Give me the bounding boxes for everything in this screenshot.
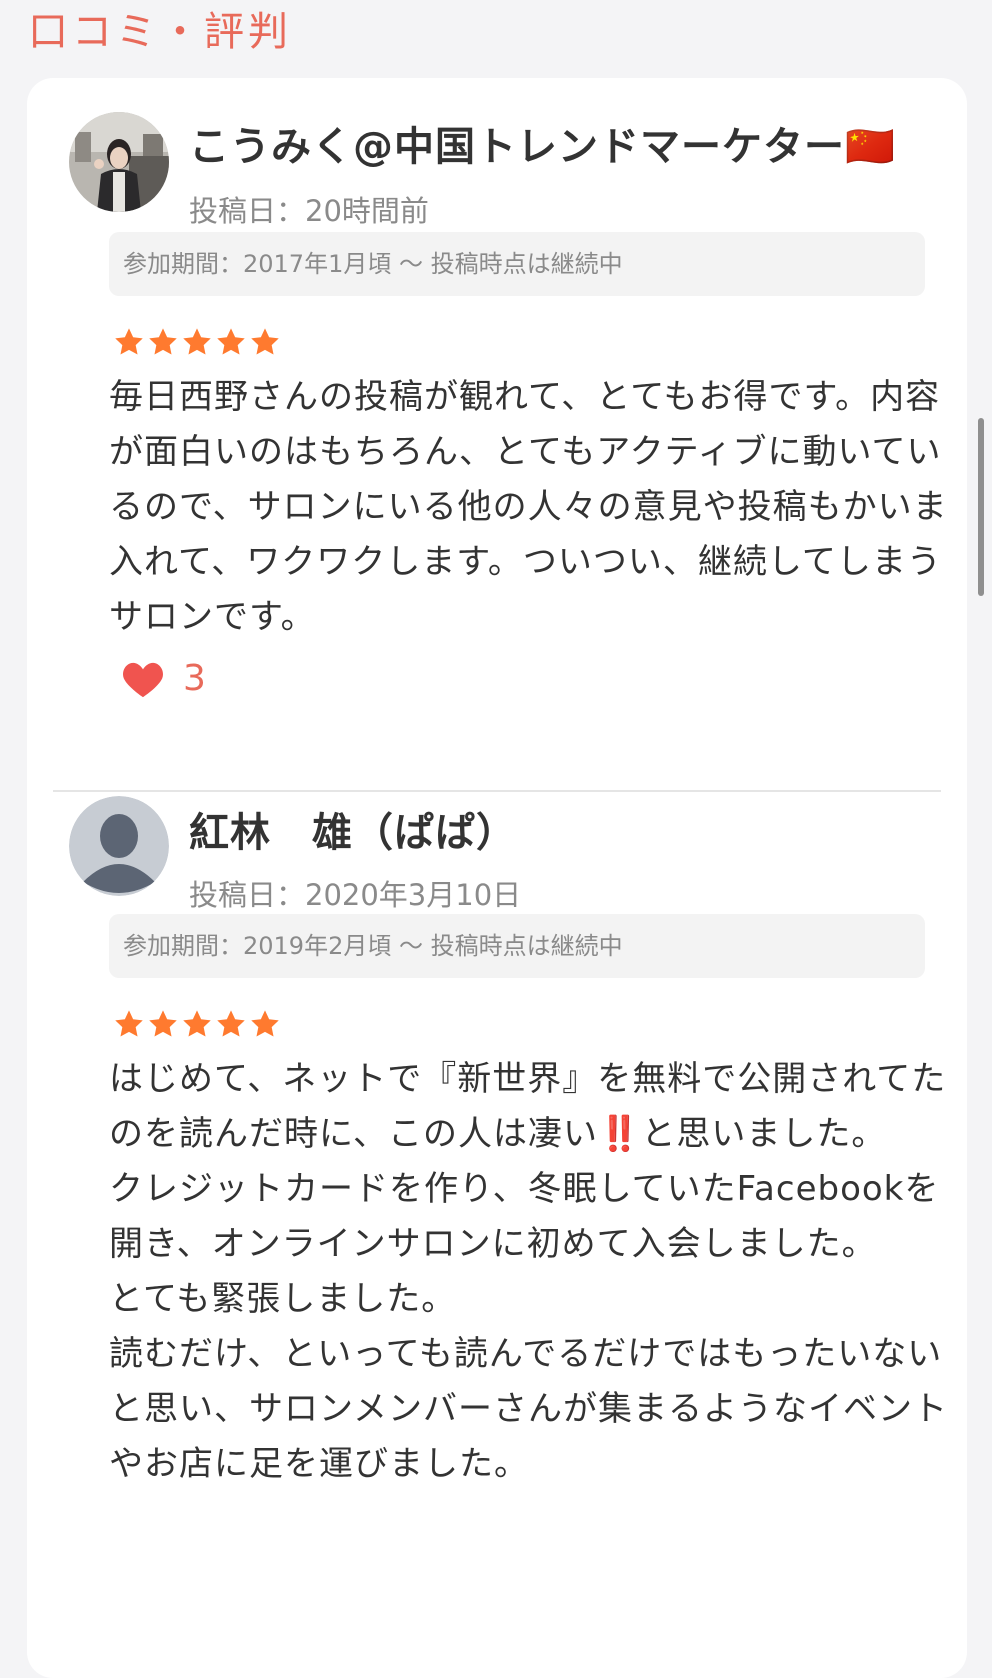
user-photo-avatar[interactable]: [69, 112, 169, 212]
star-rating: [113, 1008, 281, 1040]
membership-period: 参加期間：2017年1月頃 〜 投稿時点は継続中: [109, 232, 925, 296]
membership-period: 参加期間：2019年2月頃 〜 投稿時点は継続中: [109, 914, 925, 978]
star-icon: [149, 328, 177, 355]
star-rating: [113, 326, 281, 358]
review-text: 毎日西野さんの投稿が観れて、とてもお得です。内容が面白いのはもちろん、とてもアク…: [109, 377, 948, 637]
post-date: 投稿日：2020年3月10日: [189, 878, 522, 912]
review-text: はじめて、ネットで『新世界』を無料で公開されてたのを読んだ時に、この人は凄い‼️…: [109, 1059, 948, 1484]
section-title: 口コミ・評判: [28, 9, 292, 55]
scrollbar[interactable]: [978, 418, 984, 596]
star-icon: [115, 328, 143, 355]
star-icon: [183, 328, 211, 355]
review-divider: [53, 790, 941, 792]
star-icon: [217, 328, 245, 355]
default-user-avatar[interactable]: [69, 796, 169, 896]
star-icon: [217, 1010, 245, 1037]
post-date: 投稿日：20時間前: [189, 194, 429, 228]
star-icon: [115, 1010, 143, 1037]
star-icon: [251, 328, 279, 355]
reviewer-name[interactable]: こうみく@中国トレンドマーケター🇨🇳: [189, 114, 896, 172]
like-count: 3: [183, 658, 206, 699]
heart-icon: [123, 662, 163, 697]
reviews-card: こうみく@中国トレンドマーケター🇨🇳 投稿日：20時間前 参加期間：2017年1…: [27, 78, 967, 1678]
like-button[interactable]: 3: [121, 658, 206, 699]
reviewer-name[interactable]: 紅林 雄（ぱぱ）: [189, 800, 517, 858]
star-icon: [149, 1010, 177, 1037]
star-icon: [251, 1010, 279, 1037]
star-icon: [183, 1010, 211, 1037]
